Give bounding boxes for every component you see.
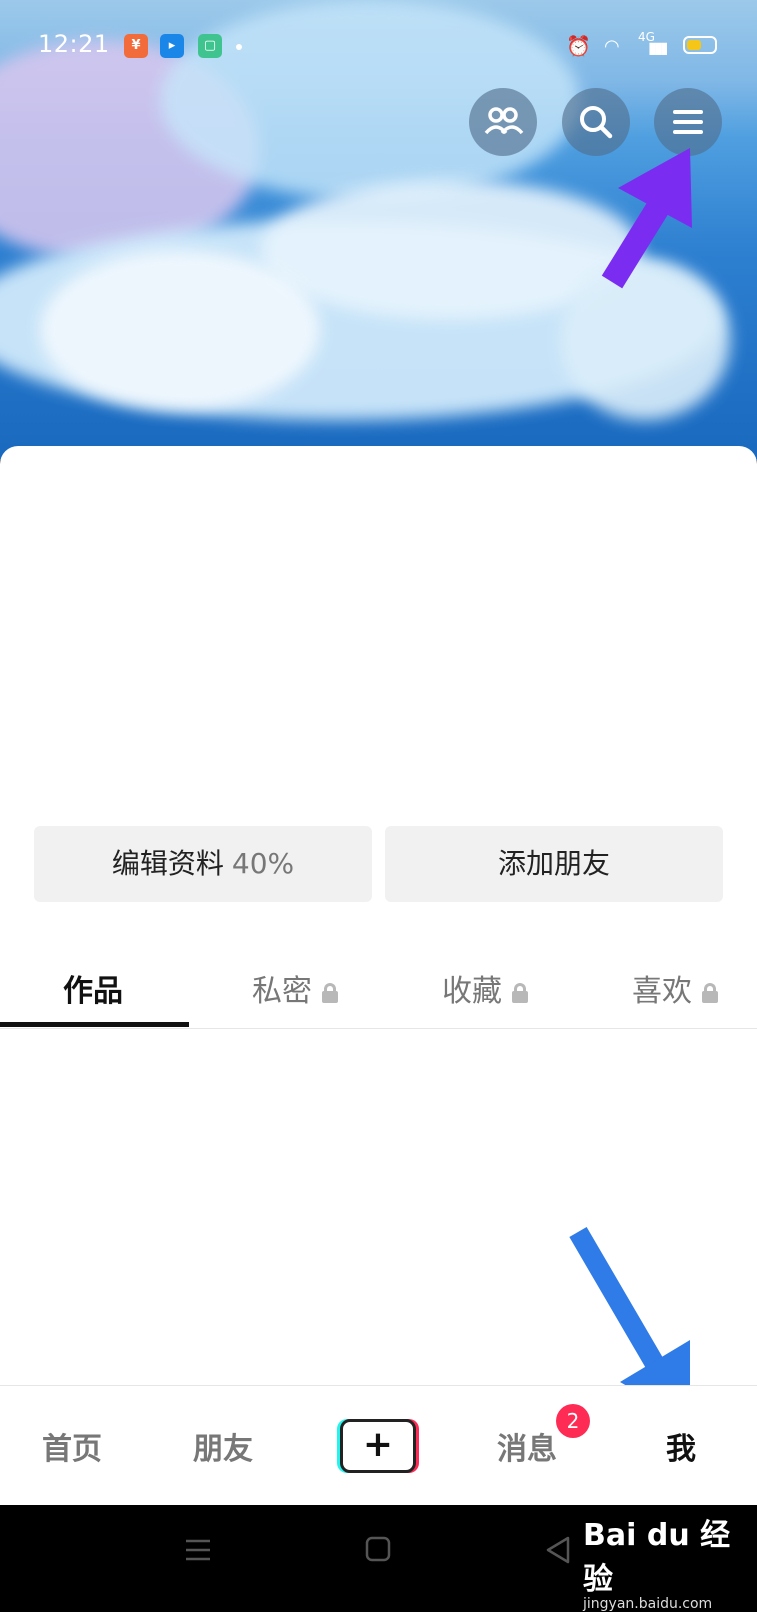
system-menu-icon[interactable] xyxy=(184,1537,212,1563)
nav-messages[interactable]: 消息 xyxy=(497,1424,557,1468)
message-badge: 2 xyxy=(556,1404,590,1438)
baidu-jingyan-watermark: Bai du 经验 jingyan.baidu.com xyxy=(583,1510,757,1612)
system-back-icon[interactable] xyxy=(544,1535,572,1565)
purple-arrow-annotation xyxy=(601,148,692,289)
nav-me[interactable]: 我 xyxy=(666,1424,696,1468)
watermark-main: Bai du 经验 xyxy=(583,1518,731,1597)
nav-friends[interactable]: 朋友 xyxy=(193,1424,253,1468)
system-home-icon[interactable] xyxy=(364,1535,392,1563)
watermark-sub: jingyan.baidu.com xyxy=(583,1596,713,1612)
annotation-arrows xyxy=(569,148,692,1422)
nav-home[interactable]: 首页 xyxy=(42,1424,102,1468)
bottom-navigation: 首页 朋友 + 消息 2 我 xyxy=(0,1385,757,1506)
plus-icon: + xyxy=(362,1424,394,1465)
create-post-button[interactable]: + xyxy=(340,1419,416,1473)
